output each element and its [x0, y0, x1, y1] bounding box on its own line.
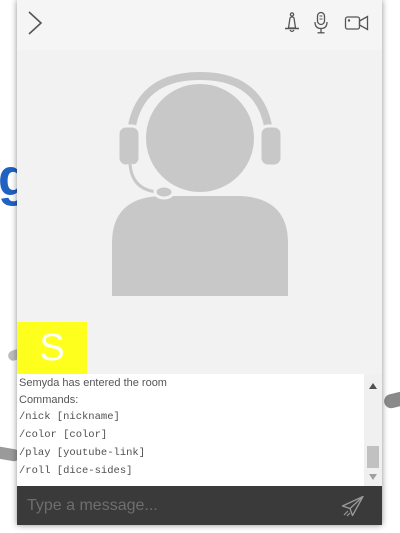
chat-widget: S Semyda has entered the room Commands: … — [17, 0, 382, 525]
chat-toolbar — [17, 0, 382, 50]
message-input[interactable] — [27, 492, 327, 519]
background-strip — [380, 0, 400, 533]
chevron-right-icon — [28, 11, 43, 35]
message-line: /play [youtube-link] — [19, 447, 146, 459]
page: g S Semyda has entered the room Commands… — [0, 0, 400, 533]
collapse-button[interactable] — [23, 8, 47, 38]
triangle-down-icon — [369, 474, 377, 480]
headset-user-icon — [112, 67, 288, 296]
microphone-button[interactable] — [308, 8, 334, 38]
scroll-up-button[interactable] — [364, 378, 382, 394]
message-log: Semyda has entered the room Commands: /n… — [17, 374, 382, 486]
send-button[interactable] — [339, 493, 367, 519]
video-camera-icon — [344, 15, 369, 31]
triangle-up-icon — [369, 383, 377, 389]
microphone-icon — [314, 11, 328, 34]
message-line: /color [color] — [19, 429, 108, 441]
scroll-down-button[interactable] — [364, 470, 382, 484]
user-color-badge: S — [17, 322, 87, 374]
message-line: Commands: — [19, 394, 79, 406]
message-composer — [17, 486, 382, 525]
message-scrollbar[interactable] — [364, 374, 382, 486]
notification-button[interactable] — [279, 8, 305, 38]
message-line: /nick [nickname] — [19, 411, 120, 423]
bell-icon — [285, 12, 299, 33]
message-line: Semyda has entered the room — [19, 377, 167, 389]
paper-plane-icon — [341, 495, 364, 517]
scroll-thumb[interactable] — [367, 446, 379, 468]
user-initial: S — [39, 327, 65, 369]
user-avatar — [90, 67, 310, 296]
video-button[interactable] — [342, 8, 372, 38]
message-line: /roll [dice-sides] — [19, 465, 133, 477]
